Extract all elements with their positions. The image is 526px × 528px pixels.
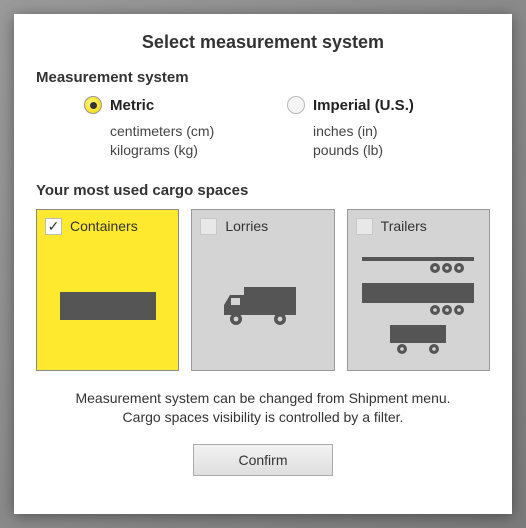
checkbox-icon: ✓ [45, 218, 62, 235]
radio-icon [287, 96, 305, 114]
radio-sub: centimeters (cm) kilograms (kg) [84, 122, 287, 160]
radio-label: Metric [110, 97, 154, 114]
radio-icon [84, 96, 102, 114]
hint-text: Measurement system can be changed from S… [36, 389, 490, 428]
cargo-card-containers[interactable]: ✓ Containers [36, 209, 179, 371]
container-icon [37, 250, 178, 362]
dialog-backdrop: Select measurement system Measurement sy… [0, 0, 526, 528]
hint-line: Measurement system can be changed from S… [36, 389, 490, 409]
radio-sub: inches (in) pounds (lb) [287, 122, 490, 160]
measurement-section-label: Measurement system [36, 69, 490, 86]
confirm-button[interactable]: Confirm [193, 444, 333, 476]
cargo-cards: ✓ Containers Lorries [36, 209, 490, 371]
checkbox-icon [356, 218, 373, 235]
cargo-card-label: Trailers [381, 218, 427, 234]
cargo-card-label: Containers [70, 218, 138, 234]
lorry-icon [192, 250, 333, 362]
unit-line: pounds (lb) [313, 141, 490, 160]
measurement-dialog: Select measurement system Measurement sy… [14, 14, 512, 514]
unit-line: centimeters (cm) [110, 122, 287, 141]
dialog-title: Select measurement system [36, 32, 490, 53]
measurement-radio-group: Metric centimeters (cm) kilograms (kg) I… [36, 96, 490, 160]
radio-option-metric[interactable]: Metric centimeters (cm) kilograms (kg) [84, 96, 287, 160]
radio-option-imperial[interactable]: Imperial (U.S.) inches (in) pounds (lb) [287, 96, 490, 160]
hint-line: Cargo spaces visibility is controlled by… [36, 408, 490, 428]
cargo-card-trailers[interactable]: Trailers [347, 209, 490, 371]
button-row: Confirm [36, 444, 490, 476]
unit-line: kilograms (kg) [110, 141, 287, 160]
cargo-card-label: Lorries [225, 218, 268, 234]
trailer-icon [348, 250, 489, 362]
cargo-card-lorries[interactable]: Lorries [191, 209, 334, 371]
cargo-section-label: Your most used cargo spaces [36, 182, 490, 199]
radio-label: Imperial (U.S.) [313, 97, 414, 114]
unit-line: inches (in) [313, 122, 490, 141]
checkbox-icon [200, 218, 217, 235]
